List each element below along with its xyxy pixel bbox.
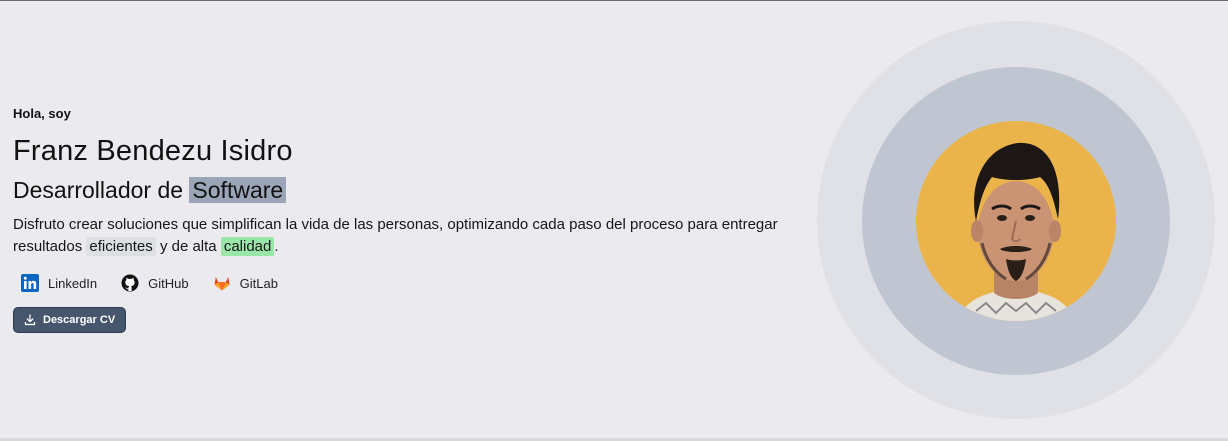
- github-label: GitHub: [148, 275, 189, 291]
- profile-photo: [916, 121, 1116, 321]
- greeting: Hola, soy: [13, 106, 71, 121]
- gitlab-link[interactable]: GitLab: [213, 274, 278, 292]
- gitlab-label: GitLab: [239, 275, 278, 291]
- linkedin-icon: [21, 274, 39, 292]
- linkedin-label: LinkedIn: [48, 275, 98, 291]
- download-icon: [24, 314, 36, 326]
- portrait-illustration: [916, 121, 1116, 321]
- highlight-eficientes: eficientes: [86, 237, 156, 256]
- hero-description: Disfruto crear soluciones que simplifica…: [13, 214, 793, 258]
- download-cv-label: Descargar CV: [43, 314, 116, 326]
- download-cv-button[interactable]: Descargar CV: [13, 307, 127, 333]
- github-icon: [121, 274, 139, 292]
- hero-name: Franz Bendezu Isidro: [13, 135, 293, 167]
- description-part2: y de alta: [159, 238, 217, 255]
- hero-role: Desarrollador de Software: [13, 175, 793, 205]
- gitlab-icon: [214, 277, 230, 291]
- description-end: .: [274, 238, 279, 255]
- hero-intro: Hola, soy Franz Bendezu Isidro Desarroll…: [13, 106, 793, 333]
- linkedin-link[interactable]: LinkedIn: [21, 274, 97, 292]
- top-border: [0, 0, 1228, 1]
- social-links: LinkedIn GitHub GitLab: [21, 270, 793, 296]
- github-link[interactable]: GitHub: [121, 274, 189, 292]
- highlight-calidad: calidad: [220, 237, 275, 256]
- role-highlight: Software: [189, 177, 287, 203]
- role-prefix: Desarrollador de: [13, 177, 184, 203]
